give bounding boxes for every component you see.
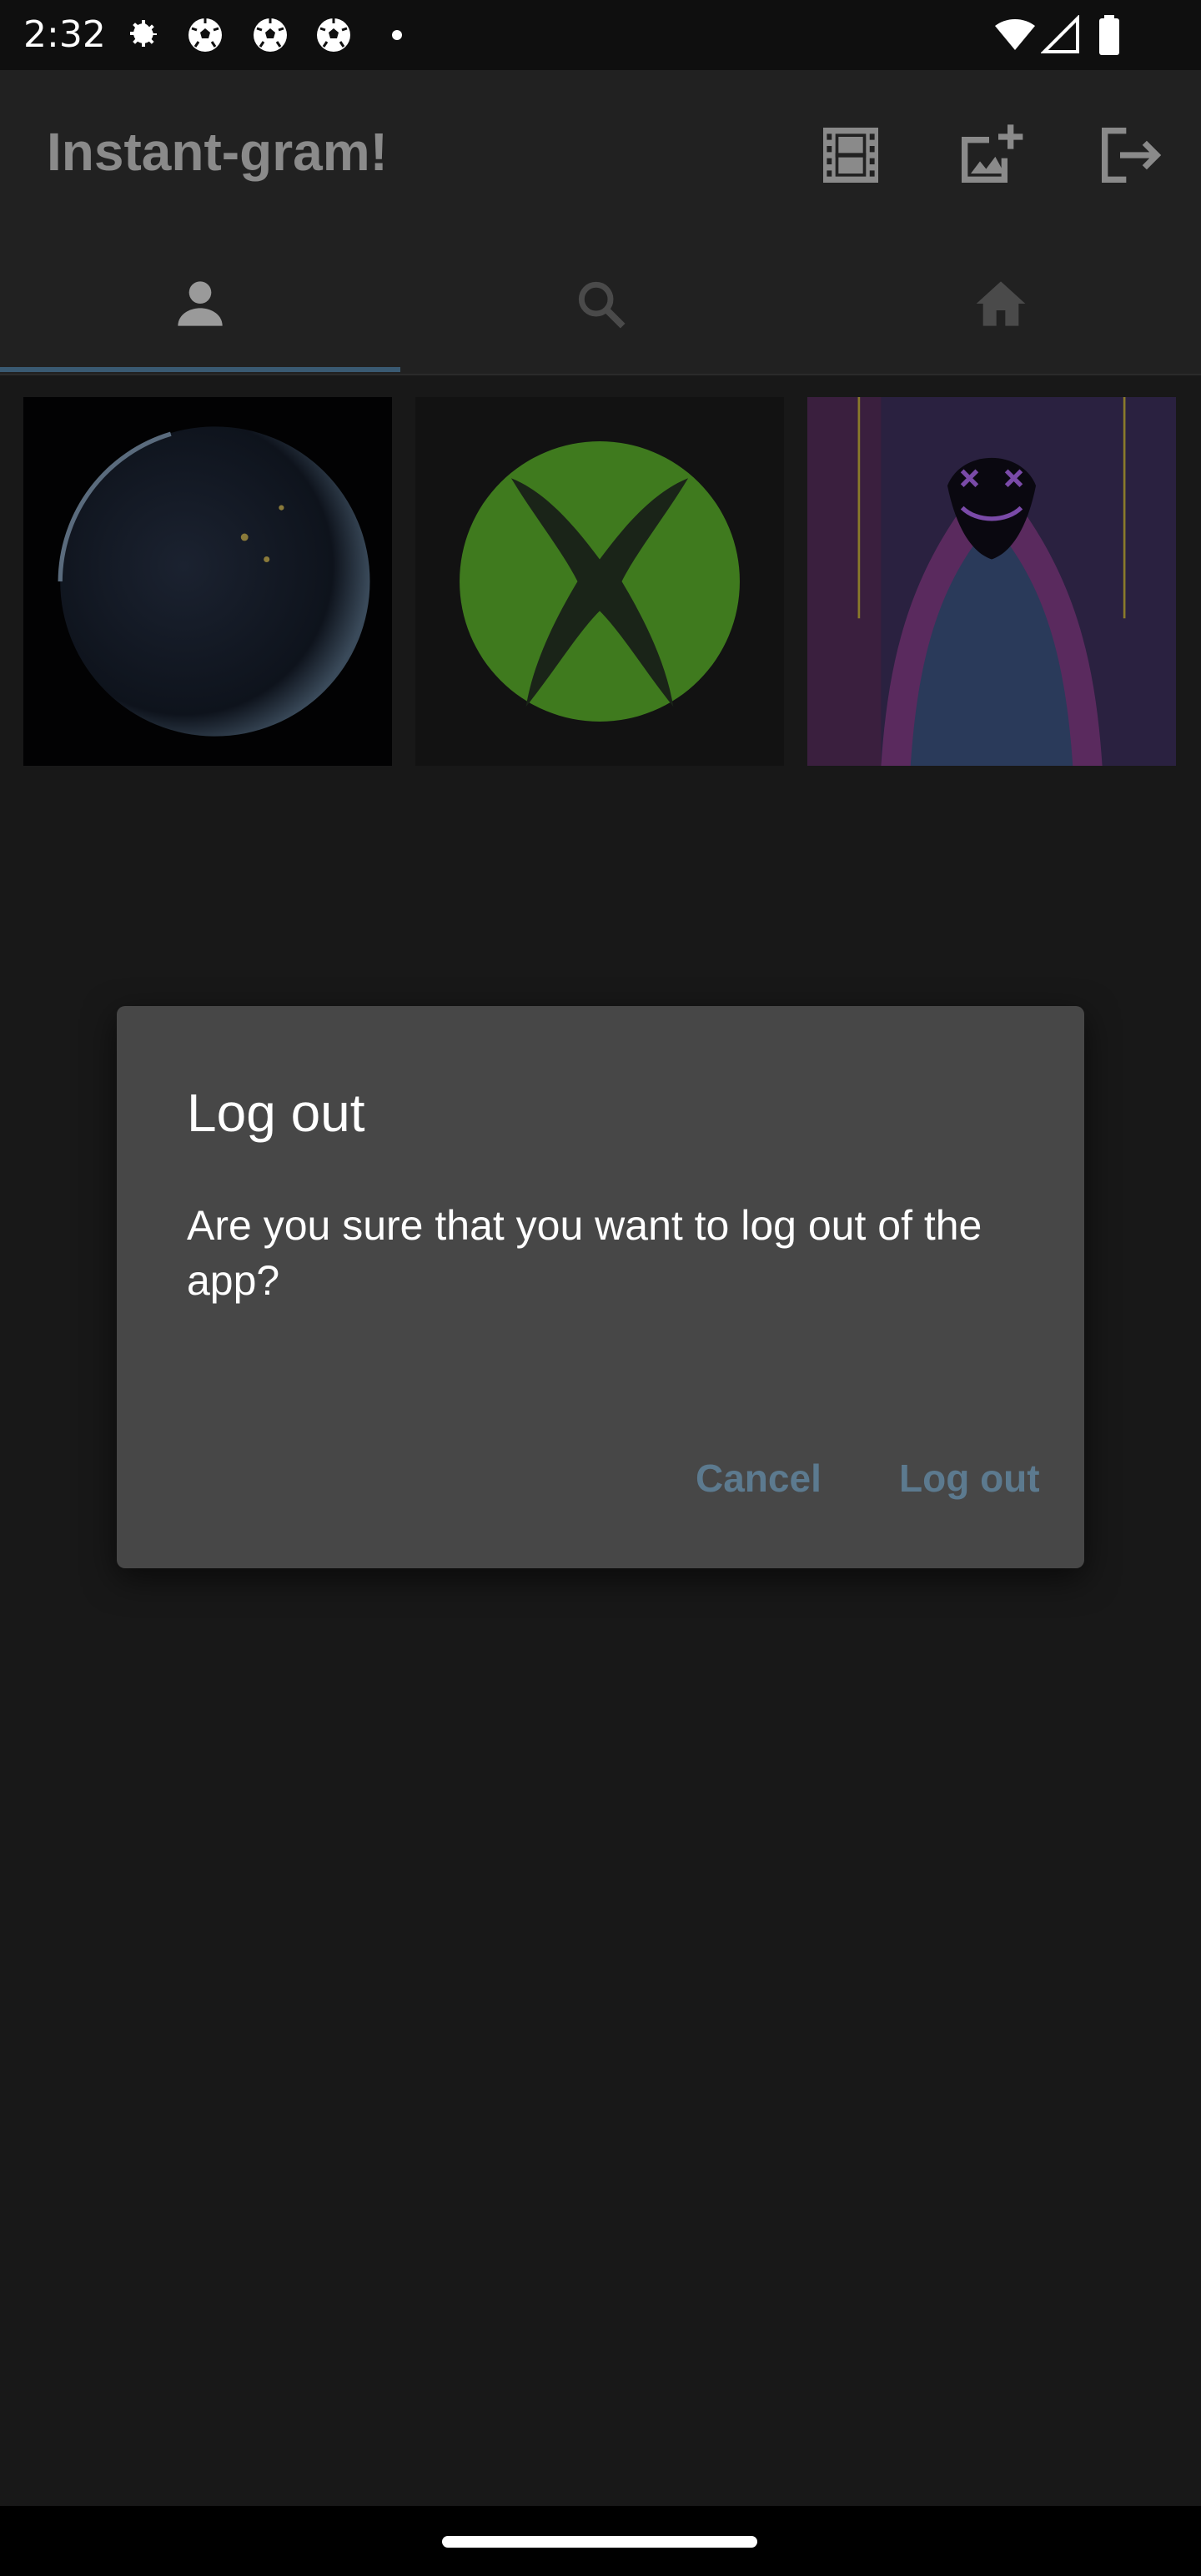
cancel-button[interactable]: Cancel (686, 1445, 832, 1512)
system-nav-bar (0, 2506, 1201, 2576)
dialog-message: Are you sure that you want to log out of… (187, 1202, 982, 1304)
gesture-handle[interactable] (442, 2536, 757, 2548)
logout-dialog: Log out Are you sure that you want to lo… (117, 1006, 1084, 1568)
confirm-logout-button[interactable]: Log out (889, 1445, 1050, 1512)
dialog-title: Log out (187, 1083, 365, 1143)
